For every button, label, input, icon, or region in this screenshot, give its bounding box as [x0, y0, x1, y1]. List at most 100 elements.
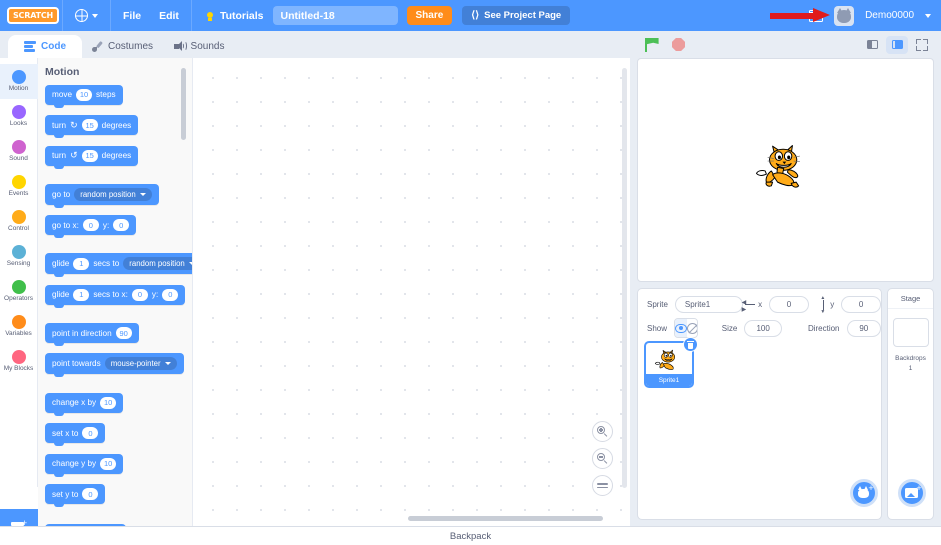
palette-scrollbar[interactable] — [181, 68, 186, 140]
chevron-down-icon — [164, 362, 171, 365]
file-menu[interactable]: File — [114, 0, 150, 31]
show-hidden-button[interactable] — [687, 319, 697, 337]
see-project-page-button[interactable]: ⟨⟩ See Project Page — [462, 6, 571, 25]
block-number-input[interactable]: 10 — [100, 396, 117, 409]
sprite-info-panel: Sprite Sprite1 x 0 ▼ y 0 Show Size 100 D… — [637, 288, 882, 520]
block-text: change y by — [52, 459, 97, 468]
block-palette[interactable]: Motion move 10 steps turn ↻ 15 degrees turn ↺ 15 d… — [38, 58, 193, 526]
tab-costumes[interactable]: Costumes — [82, 35, 163, 58]
workspace-horizontal-scrollbar[interactable] — [408, 516, 603, 521]
sprite-name-input[interactable]: Sprite1 — [674, 296, 743, 313]
block-number-input[interactable]: 0 — [82, 427, 99, 439]
palette-block[interactable]: glide 1 secs to x: 0 y: 0 — [45, 284, 186, 308]
category-control[interactable]: Control — [0, 204, 38, 239]
fullscreen-button[interactable] — [911, 35, 933, 54]
account-username[interactable]: Demo0000 — [865, 10, 914, 21]
category-label: Motion — [8, 85, 29, 92]
category-color-dot — [11, 210, 26, 224]
large-stage-button[interactable] — [886, 35, 908, 54]
block-text: secs to — [93, 259, 120, 268]
block-dropdown[interactable]: random position — [123, 257, 192, 270]
category-variables[interactable]: Variables — [0, 309, 38, 344]
block-number-input[interactable]: 10 — [100, 457, 117, 470]
block-number-input[interactable]: 10 — [76, 88, 93, 101]
category-label: Operators — [4, 295, 33, 302]
stop-button[interactable] — [672, 38, 685, 51]
block-text: turn — [52, 120, 67, 130]
small-stage-button[interactable] — [861, 35, 883, 54]
avatar[interactable] — [834, 5, 855, 26]
palette-block[interactable]: point in direction 90 — [45, 323, 139, 346]
palette-block[interactable]: set y to 0 — [45, 484, 106, 507]
block-dropdown[interactable]: random position — [74, 187, 152, 201]
add-sprite-button[interactable]: + — [850, 479, 878, 507]
block-number-input[interactable]: 0 — [162, 288, 179, 301]
category-my-blocks[interactable]: My Blocks — [0, 344, 38, 379]
add-backdrop-button[interactable]: + — [898, 479, 926, 507]
backdrop-thumbnail[interactable] — [892, 318, 929, 347]
palette-block[interactable]: change y by 10 — [45, 453, 124, 477]
category-sound[interactable]: Sound — [0, 134, 38, 169]
account-chevron-down-icon[interactable] — [925, 13, 931, 18]
palette-block[interactable]: change x by 10 — [45, 392, 124, 416]
category-events[interactable]: Events — [0, 169, 38, 204]
scratch-logo[interactable]: SCRATCH — [7, 7, 59, 24]
zoom-reset-icon — [597, 483, 608, 489]
code-workspace[interactable] — [193, 58, 630, 526]
category-looks[interactable]: Looks — [0, 99, 38, 134]
block-number-input[interactable]: 0 — [82, 488, 99, 500]
size-input[interactable]: 100 — [744, 319, 782, 337]
sprite-tile-sprite1[interactable]: Sprite1 — [644, 337, 698, 388]
delete-sprite-button[interactable] — [683, 337, 698, 352]
category-sensing[interactable]: Sensing — [0, 239, 38, 274]
palette-block[interactable]: go to random position — [45, 183, 159, 208]
block-text: turn — [52, 151, 67, 160]
tutorials-menu[interactable]: Tutorials — [195, 0, 273, 31]
block-number-input[interactable]: 1 — [73, 288, 90, 301]
palette-block[interactable]: set x to 0 — [45, 423, 106, 446]
category-motion[interactable]: Motion — [0, 64, 38, 99]
show-visible-button[interactable] — [675, 319, 688, 337]
category-label: My Blocks — [3, 365, 34, 372]
language-menu[interactable] — [66, 0, 107, 31]
project-title-input[interactable] — [272, 6, 398, 25]
block-number-input[interactable]: 0 — [131, 288, 148, 301]
backpack-bar[interactable]: Backpack — [0, 526, 941, 545]
green-flag-button[interactable] — [645, 37, 661, 52]
rotation-direction-icon: ↺ — [70, 150, 78, 160]
palette-block[interactable]: turn ↺ 15 degrees — [45, 145, 139, 169]
block-number-input[interactable]: 0 — [113, 219, 130, 231]
y-label: y — [830, 300, 835, 309]
category-label: Control — [8, 225, 29, 232]
tab-code[interactable]: Code — [8, 35, 82, 58]
stage-selector-panel[interactable]: Stage Backdrops 1 + — [887, 288, 934, 520]
zoom-out-button[interactable] — [592, 448, 613, 469]
large-stage-icon — [891, 40, 903, 49]
zoom-reset-button[interactable] — [592, 475, 613, 496]
category-operators[interactable]: Operators — [0, 274, 38, 309]
tab-sounds[interactable]: Sounds — [162, 35, 237, 58]
scratch-cat-sprite[interactable] — [754, 135, 816, 197]
x-position-input[interactable]: 0 — [769, 296, 809, 313]
edit-menu[interactable]: Edit — [150, 0, 188, 31]
palette-block[interactable]: point towards mouse-pointer — [45, 353, 184, 377]
zoom-in-button[interactable] — [592, 421, 613, 442]
block-number-input[interactable]: 15 — [81, 119, 98, 131]
block-number-input[interactable]: 90 — [115, 327, 132, 339]
palette-block[interactable]: turn ↻ 15 degrees — [45, 115, 139, 138]
palette-block[interactable]: glide 1 secs to random position — [45, 253, 192, 277]
direction-input[interactable]: 90 — [846, 319, 882, 337]
workspace-vertical-scrollbar[interactable] — [622, 68, 627, 488]
y-position-input[interactable]: 0 — [841, 296, 881, 313]
palette-block[interactable]: go to x: 0 y: 0 — [45, 215, 137, 238]
backdrops-label: Backdrops — [895, 355, 926, 362]
block-number-input[interactable]: 0 — [82, 219, 99, 231]
block-number-input[interactable]: 15 — [81, 149, 98, 162]
stage[interactable] — [637, 58, 934, 282]
block-text: degrees — [101, 120, 132, 130]
share-button[interactable]: Share — [406, 6, 453, 25]
block-number-input[interactable]: 1 — [73, 257, 90, 270]
category-label: Events — [8, 190, 29, 197]
palette-block[interactable]: move 10 steps — [45, 84, 123, 108]
block-dropdown[interactable]: mouse-pointer — [104, 357, 177, 370]
